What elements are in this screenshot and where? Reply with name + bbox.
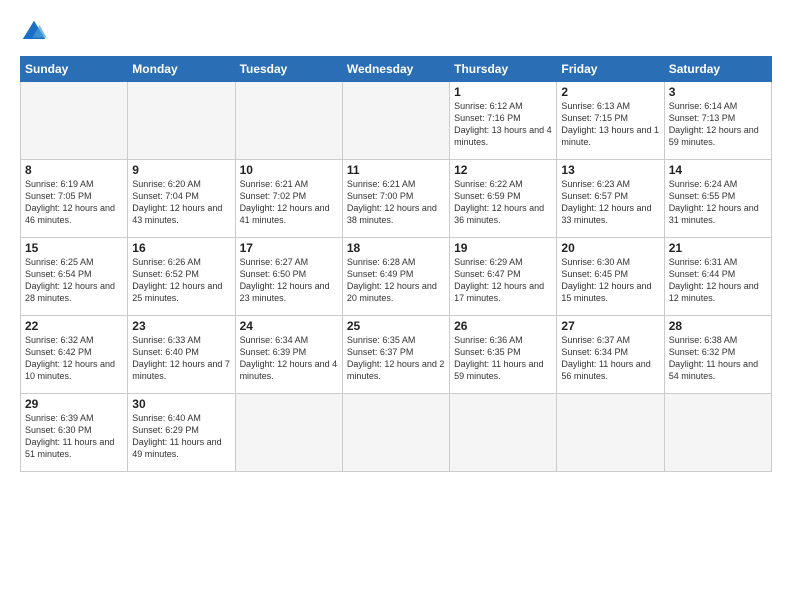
calendar-day-13: 13Sunrise: 6:23 AMSunset: 6:57 PMDayligh… <box>557 160 664 238</box>
calendar-week-1: 1Sunrise: 6:12 AMSunset: 7:16 PMDaylight… <box>21 82 772 160</box>
logo <box>20 18 52 46</box>
empty-cell <box>664 394 771 472</box>
empty-cell <box>128 82 235 160</box>
calendar-day-30: 30Sunrise: 6:40 AMSunset: 6:29 PMDayligh… <box>128 394 235 472</box>
calendar-table: SundayMondayTuesdayWednesdayThursdayFrid… <box>20 56 772 472</box>
page: SundayMondayTuesdayWednesdayThursdayFrid… <box>0 0 792 612</box>
empty-cell <box>557 394 664 472</box>
calendar-day-17: 17Sunrise: 6:27 AMSunset: 6:50 PMDayligh… <box>235 238 342 316</box>
empty-cell <box>342 394 449 472</box>
empty-cell <box>450 394 557 472</box>
calendar-day-12: 12Sunrise: 6:22 AMSunset: 6:59 PMDayligh… <box>450 160 557 238</box>
calendar-day-26: 26Sunrise: 6:36 AMSunset: 6:35 PMDayligh… <box>450 316 557 394</box>
calendar-day-18: 18Sunrise: 6:28 AMSunset: 6:49 PMDayligh… <box>342 238 449 316</box>
weekday-header-saturday: Saturday <box>664 57 771 82</box>
calendar-day-27: 27Sunrise: 6:37 AMSunset: 6:34 PMDayligh… <box>557 316 664 394</box>
calendar-day-25: 25Sunrise: 6:35 AMSunset: 6:37 PMDayligh… <box>342 316 449 394</box>
empty-cell <box>235 394 342 472</box>
calendar-week-5: 29Sunrise: 6:39 AMSunset: 6:30 PMDayligh… <box>21 394 772 472</box>
weekday-header-wednesday: Wednesday <box>342 57 449 82</box>
weekday-header-friday: Friday <box>557 57 664 82</box>
weekday-header-thursday: Thursday <box>450 57 557 82</box>
calendar-day-16: 16Sunrise: 6:26 AMSunset: 6:52 PMDayligh… <box>128 238 235 316</box>
empty-cell <box>342 82 449 160</box>
weekday-header-monday: Monday <box>128 57 235 82</box>
calendar-day-21: 21Sunrise: 6:31 AMSunset: 6:44 PMDayligh… <box>664 238 771 316</box>
calendar-week-3: 15Sunrise: 6:25 AMSunset: 6:54 PMDayligh… <box>21 238 772 316</box>
calendar-day-2: 2Sunrise: 6:13 AMSunset: 7:15 PMDaylight… <box>557 82 664 160</box>
calendar-day-20: 20Sunrise: 6:30 AMSunset: 6:45 PMDayligh… <box>557 238 664 316</box>
weekday-header-sunday: Sunday <box>21 57 128 82</box>
calendar-day-3: 3Sunrise: 6:14 AMSunset: 7:13 PMDaylight… <box>664 82 771 160</box>
logo-icon <box>20 18 48 46</box>
weekday-header-tuesday: Tuesday <box>235 57 342 82</box>
header <box>20 18 772 46</box>
weekday-header-row: SundayMondayTuesdayWednesdayThursdayFrid… <box>21 57 772 82</box>
calendar-day-1: 1Sunrise: 6:12 AMSunset: 7:16 PMDaylight… <box>450 82 557 160</box>
calendar-day-14: 14Sunrise: 6:24 AMSunset: 6:55 PMDayligh… <box>664 160 771 238</box>
calendar-day-23: 23Sunrise: 6:33 AMSunset: 6:40 PMDayligh… <box>128 316 235 394</box>
calendar-day-19: 19Sunrise: 6:29 AMSunset: 6:47 PMDayligh… <box>450 238 557 316</box>
calendar-day-10: 10Sunrise: 6:21 AMSunset: 7:02 PMDayligh… <box>235 160 342 238</box>
calendar-day-28: 28Sunrise: 6:38 AMSunset: 6:32 PMDayligh… <box>664 316 771 394</box>
empty-cell <box>235 82 342 160</box>
calendar-day-22: 22Sunrise: 6:32 AMSunset: 6:42 PMDayligh… <box>21 316 128 394</box>
calendar-day-8: 8Sunrise: 6:19 AMSunset: 7:05 PMDaylight… <box>21 160 128 238</box>
calendar-week-2: 8Sunrise: 6:19 AMSunset: 7:05 PMDaylight… <box>21 160 772 238</box>
calendar-day-11: 11Sunrise: 6:21 AMSunset: 7:00 PMDayligh… <box>342 160 449 238</box>
empty-cell <box>21 82 128 160</box>
calendar-day-29: 29Sunrise: 6:39 AMSunset: 6:30 PMDayligh… <box>21 394 128 472</box>
calendar-day-15: 15Sunrise: 6:25 AMSunset: 6:54 PMDayligh… <box>21 238 128 316</box>
calendar-week-4: 22Sunrise: 6:32 AMSunset: 6:42 PMDayligh… <box>21 316 772 394</box>
calendar-day-24: 24Sunrise: 6:34 AMSunset: 6:39 PMDayligh… <box>235 316 342 394</box>
calendar-day-9: 9Sunrise: 6:20 AMSunset: 7:04 PMDaylight… <box>128 160 235 238</box>
